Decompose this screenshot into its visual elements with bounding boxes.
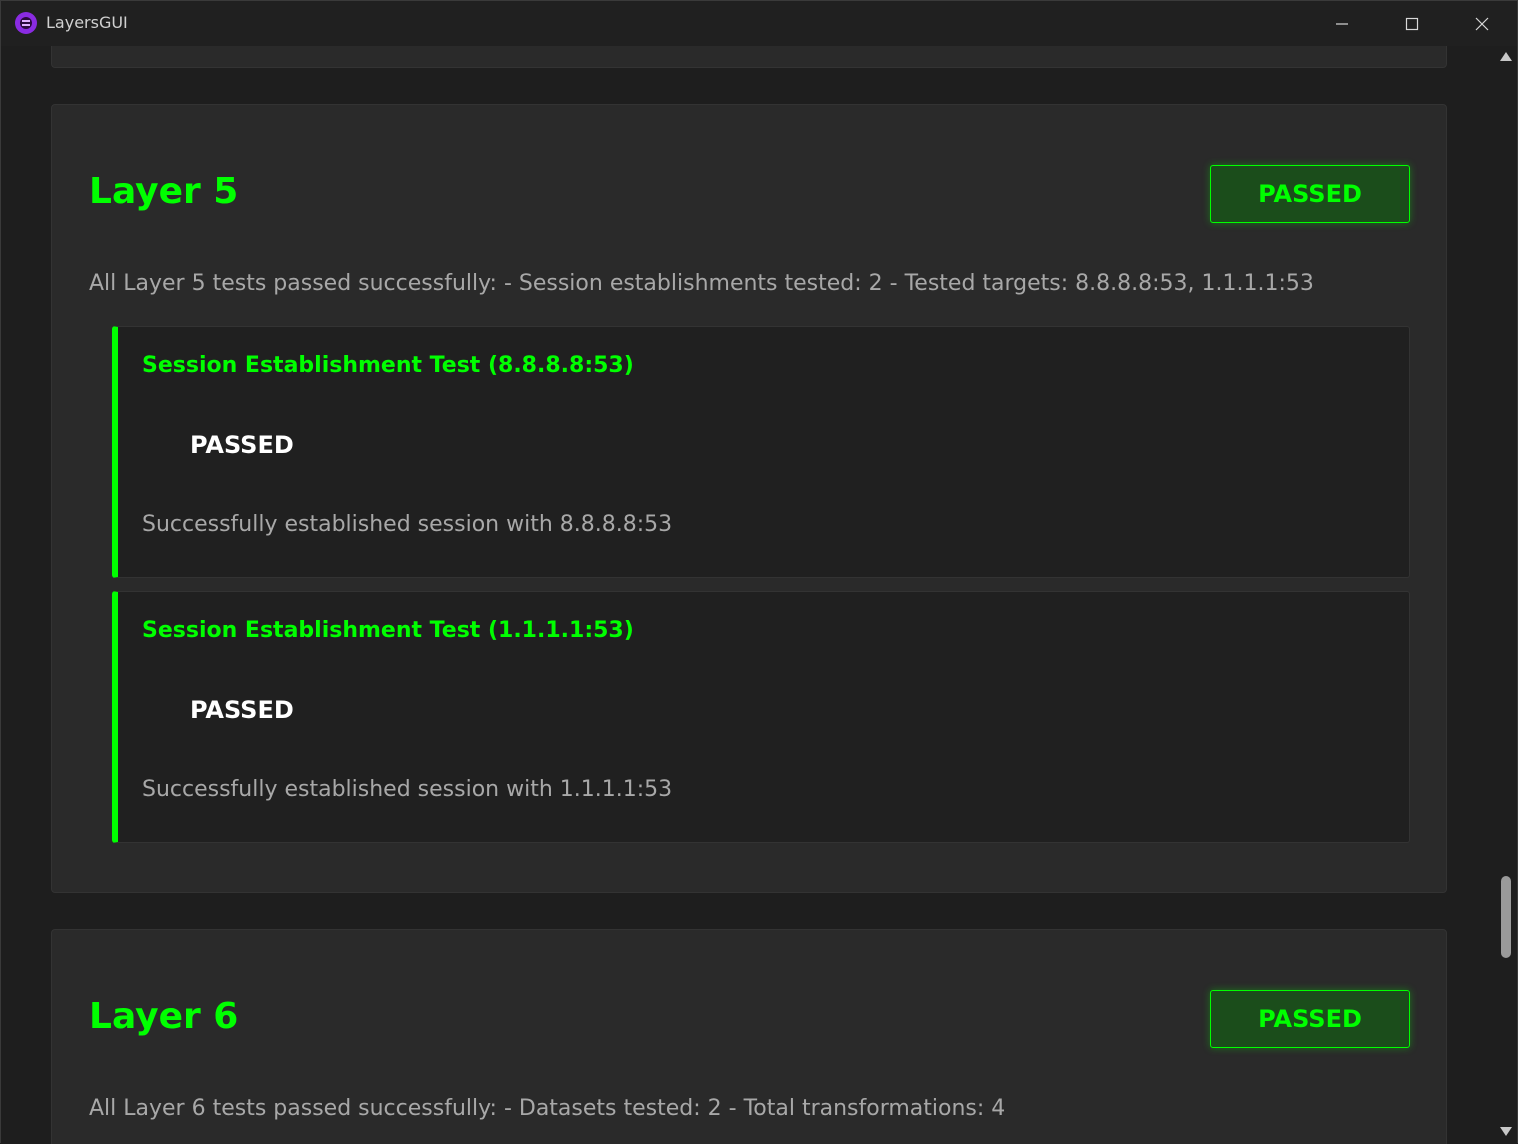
scroll-down-icon[interactable] [1500,1127,1512,1136]
layer-summary: All Layer 6 tests passed successfully: -… [89,1096,1006,1121]
status-badge: PASSED [1210,165,1410,223]
maximize-icon [1405,17,1419,30]
status-badge: PASSED [1210,990,1410,1048]
close-button[interactable] [1447,1,1517,46]
scroll-up-icon[interactable] [1500,52,1512,61]
minimize-icon [1336,22,1348,25]
test-title: Session Establishment Test (1.1.1.1:53) [142,618,634,643]
layer-card-6: Layer 6 PASSED All Layer 6 tests passed … [51,929,1447,1144]
test-message: Successfully established session with 1.… [142,777,673,802]
close-icon [1475,17,1489,30]
maximize-button[interactable] [1377,1,1447,46]
layer-title: Layer 6 [89,996,239,1037]
test-result-card: Session Establishment Test (1.1.1.1:53) … [112,591,1410,843]
test-result-card: Session Establishment Test (8.8.8.8:53) … [112,326,1410,578]
test-status: PASSED [190,696,294,724]
layer-title: Layer 5 [89,171,239,212]
test-status: PASSED [190,431,294,459]
vertical-scrollbar[interactable] [1495,46,1517,1143]
layer-card-5: Layer 5 PASSED All Layer 5 tests passed … [51,104,1447,893]
window-title: LayersGUI [46,13,128,32]
test-title: Session Establishment Test (8.8.8.8:53) [142,353,634,378]
app-icon [15,12,37,34]
layer-summary: All Layer 5 tests passed successfully: -… [89,271,1314,296]
app-window: LayersGUI Layer 5 PASSED All Layer 5 tes… [0,0,1518,1144]
scroll-thumb[interactable] [1501,876,1511,958]
minimize-button[interactable] [1307,1,1377,46]
layer-card-previous [51,46,1447,68]
title-bar[interactable]: LayersGUI [1,1,1517,46]
results-scroll-area[interactable]: Layer 5 PASSED All Layer 5 tests passed … [1,46,1495,1144]
test-message: Successfully established session with 8.… [142,512,673,537]
